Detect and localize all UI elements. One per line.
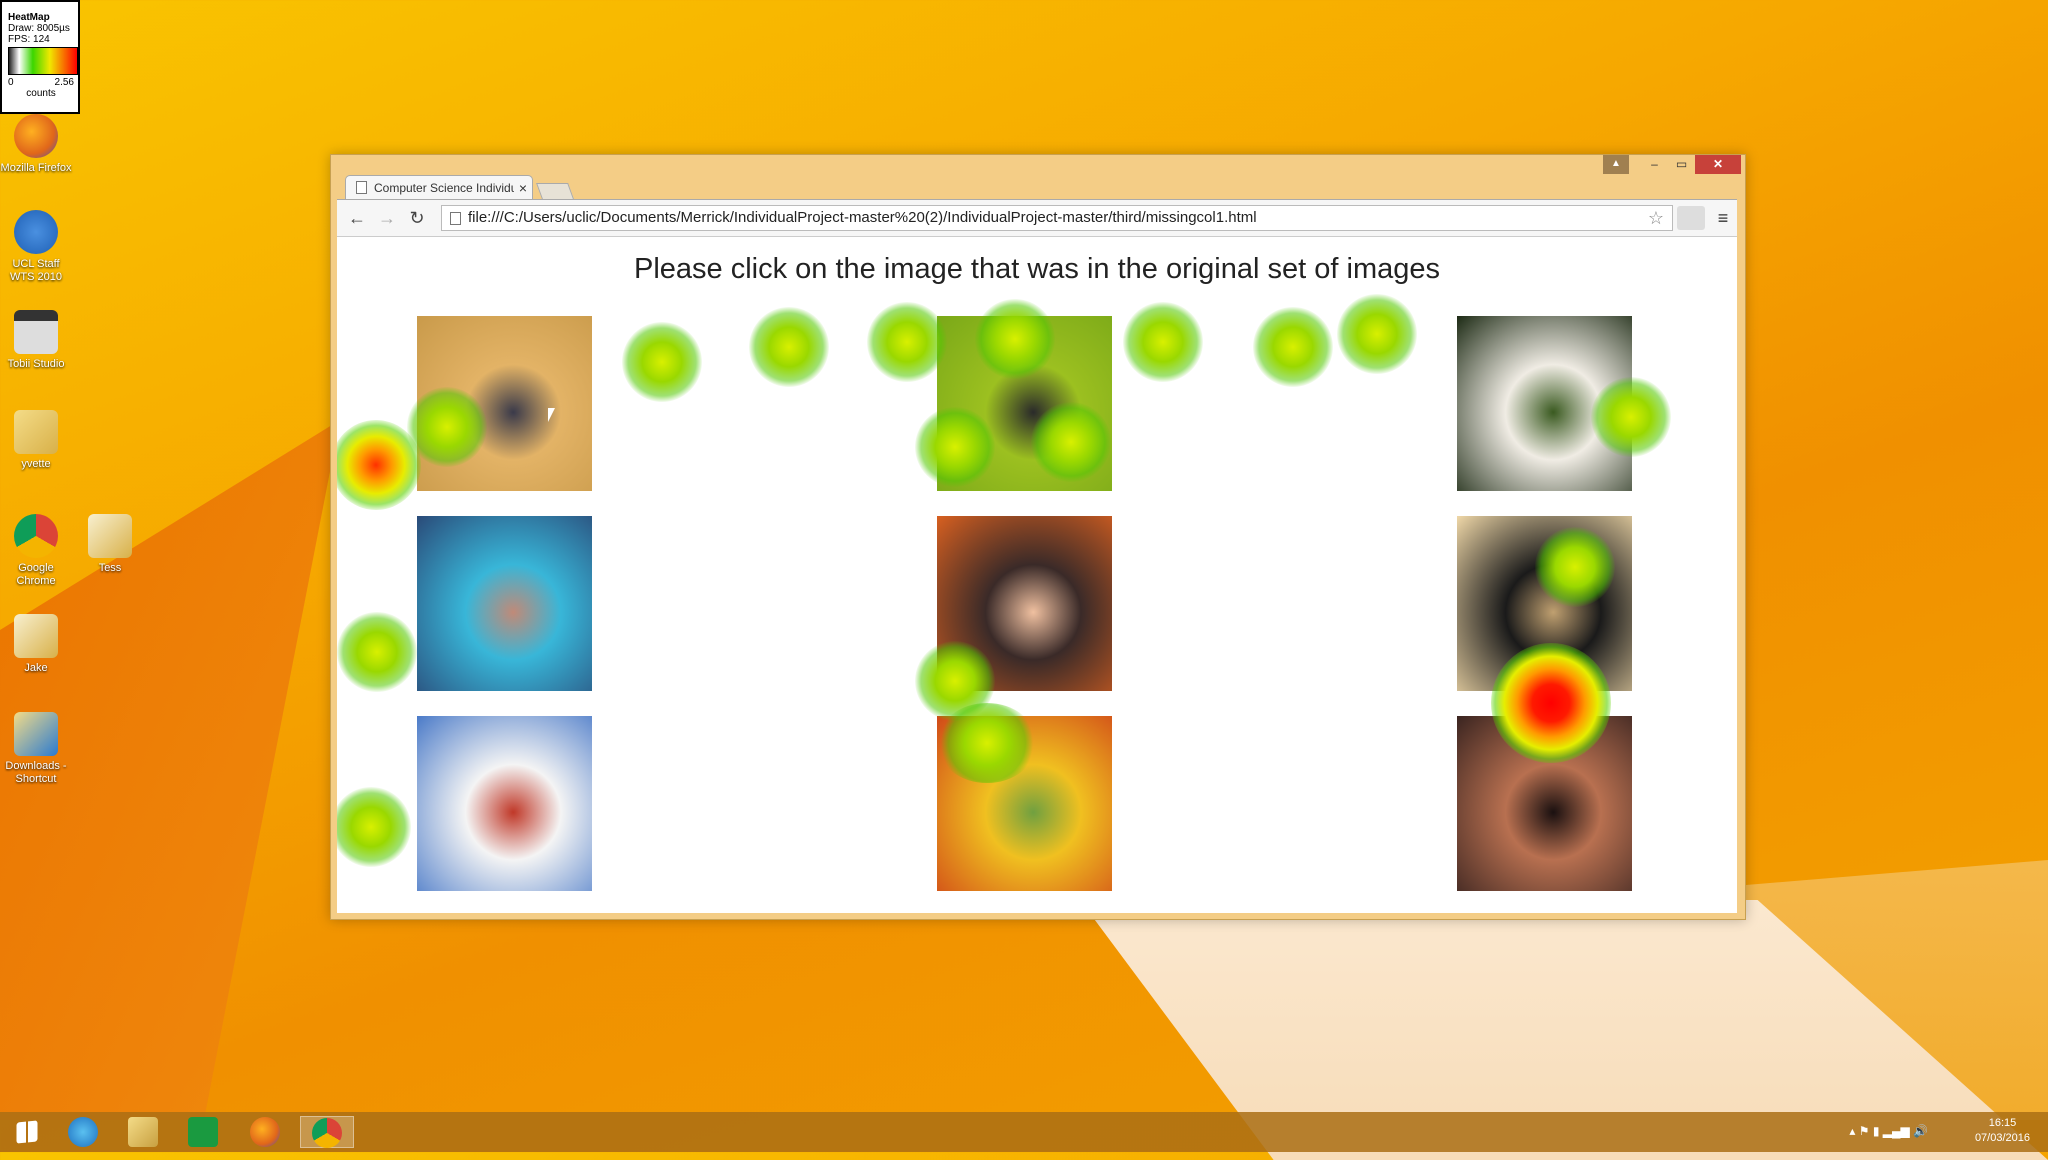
- image-flowers-bundle[interactable]: [1457, 316, 1632, 491]
- new-tab-button[interactable]: [536, 183, 574, 199]
- desktop-icon-yvette[interactable]: yvette: [0, 410, 72, 471]
- folder-icon: [128, 1117, 158, 1147]
- clapperboard-icon: [14, 310, 58, 354]
- heat-spot: [1123, 302, 1203, 382]
- heat-spot: [867, 302, 947, 382]
- image-barbed-wire[interactable]: [937, 316, 1112, 491]
- window-controls: ▲ – ▭ ✕: [1603, 155, 1741, 174]
- internet-explorer-icon: [68, 1117, 98, 1147]
- desktop-icon-label: UCL Staff WTS 2010: [10, 258, 62, 283]
- start-button[interactable]: [0, 1116, 54, 1148]
- address-bar[interactable]: file:///C:/Users/uclic/Documents/Merrick…: [441, 205, 1673, 231]
- desktop-icon-jake[interactable]: Jake: [0, 614, 72, 675]
- heat-spot: [1253, 307, 1333, 387]
- folder-icon: [88, 514, 132, 558]
- taskbar-chrome[interactable]: [300, 1116, 354, 1148]
- image-colorful-rug[interactable]: [937, 716, 1112, 891]
- browser-window: Computer Science Individu × ▲ – ▭ ✕ ← → …: [330, 154, 1746, 920]
- heatmap-title: HeatMap: [8, 12, 50, 23]
- heat-spot: [337, 420, 421, 510]
- browser-toolbar: ← → ↻ file:///C:/Users/uclic/Documents/M…: [337, 199, 1737, 237]
- desktop-icon-downloads[interactable]: Downloads - Shortcut: [0, 712, 72, 786]
- desktop-icon-ucl-staff[interactable]: UCL Staff WTS 2010: [0, 210, 72, 284]
- browser-tab[interactable]: Computer Science Individu ×: [345, 175, 533, 199]
- clock-date: 07/03/2016: [1974, 1132, 2030, 1144]
- firefox-icon: [14, 114, 58, 158]
- url-text: file:///C:/Users/uclic/Documents/Merrick…: [468, 209, 1257, 226]
- bookmark-star-icon[interactable]: ☆: [1648, 206, 1664, 230]
- heat-spot: [749, 307, 829, 387]
- page-icon: [356, 181, 367, 194]
- windows-logo-icon: [16, 1120, 38, 1144]
- desktop-icon-label: Google Chrome: [16, 562, 56, 587]
- download-folder-icon: [14, 712, 58, 756]
- desktop-icon-label: Jake: [24, 662, 48, 674]
- image-machine-room[interactable]: [1457, 716, 1632, 891]
- image-beach-huts[interactable]: [417, 716, 592, 891]
- desktop-icon-label: Tess: [98, 562, 122, 574]
- clock[interactable]: 16:15 07/03/2016: [1975, 1116, 2030, 1146]
- taskbar-file-explorer[interactable]: [116, 1116, 170, 1148]
- desktop-icon-label: Tobii Studio: [7, 358, 65, 370]
- tab-close-icon[interactable]: ×: [514, 180, 532, 196]
- folder-icon: [14, 410, 58, 454]
- heat-spot: [337, 787, 411, 867]
- remote-desktop-icon: [14, 210, 58, 254]
- store-icon: [188, 1117, 218, 1147]
- heatmap-gradient: [8, 47, 78, 75]
- heatmap-max: 2.56: [54, 77, 74, 88]
- page-viewport: Please click on the image that was in th…: [337, 237, 1737, 913]
- close-button[interactable]: ✕: [1695, 155, 1741, 174]
- mouse-cursor-icon: [548, 408, 562, 422]
- desktop-icon-chrome[interactable]: Google Chrome: [0, 514, 72, 588]
- image-old-telephone[interactable]: [1457, 516, 1632, 691]
- system-tray[interactable]: ▴ ⚑ ▮ ▂▄▆ 🔊: [1849, 1124, 1928, 1138]
- chrome-icon: [312, 1118, 342, 1148]
- heat-spot: [1337, 294, 1417, 374]
- heatmap-unit: counts: [26, 88, 56, 99]
- clock-time: 16:15: [1988, 1117, 2017, 1129]
- user-icon[interactable]: ▲: [1603, 155, 1629, 174]
- heatmap-fps: FPS: 124: [8, 34, 50, 45]
- heat-spot: [337, 612, 417, 692]
- desktop-icon-tobii[interactable]: Tobii Studio: [0, 310, 72, 371]
- back-arrow-icon[interactable]: ←: [345, 206, 369, 230]
- desktop-icon-label: yvette: [21, 458, 51, 470]
- taskbar-firefox[interactable]: [238, 1116, 292, 1148]
- heatmap-min: 0: [8, 77, 14, 88]
- tab-title: Computer Science Individu: [374, 180, 514, 195]
- chrome-icon: [14, 514, 58, 558]
- image-credit-card[interactable]: [417, 516, 592, 691]
- forward-arrow-icon[interactable]: →: [375, 206, 399, 230]
- maximize-button[interactable]: ▭: [1668, 155, 1695, 174]
- image-concert-crowd[interactable]: [937, 516, 1112, 691]
- heatmap-legend: HeatMap Draw: 8005µs FPS: 124 0 2.56 cou…: [0, 0, 80, 114]
- firefox-icon: [250, 1117, 280, 1147]
- page-heading: Please click on the image that was in th…: [634, 253, 1440, 285]
- menu-icon[interactable]: ≡: [1711, 206, 1735, 230]
- heatmap-draw-time: Draw: 8005µs: [8, 23, 70, 34]
- desktop-icon-label: Downloads - Shortcut: [5, 760, 67, 785]
- taskbar-store[interactable]: [176, 1116, 230, 1148]
- minimize-button[interactable]: –: [1641, 155, 1668, 174]
- reload-icon[interactable]: ↻: [405, 206, 429, 230]
- page-icon: [450, 212, 461, 225]
- image-desert-boots[interactable]: [417, 316, 592, 491]
- taskbar: ▴ ⚑ ▮ ▂▄▆ 🔊 16:15 07/03/2016: [0, 1112, 2048, 1152]
- folder-icon: [14, 614, 58, 658]
- desktop-icon-tess[interactable]: Tess: [74, 514, 146, 575]
- desktop-icon-label: Mozilla Firefox: [0, 162, 72, 174]
- extension-icon[interactable]: [1677, 206, 1705, 230]
- taskbar-ie[interactable]: [56, 1116, 110, 1148]
- desktop-icon-firefox[interactable]: Mozilla Firefox: [0, 114, 72, 175]
- heat-spot: [622, 322, 702, 402]
